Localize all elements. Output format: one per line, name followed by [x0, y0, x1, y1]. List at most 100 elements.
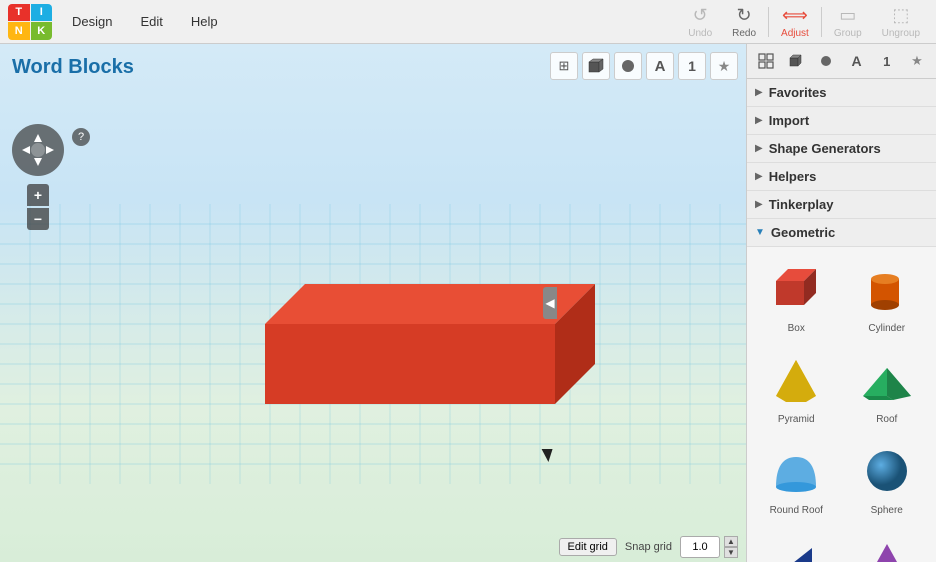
logo-t: T: [8, 4, 30, 22]
right-panel: A 1 ★ ▶ Favorites ▶ Import ▶ Shape Gener…: [746, 44, 936, 562]
shape-box-preview: [766, 259, 826, 319]
shape-roof[interactable]: Roof: [846, 346, 929, 429]
import-arrow: ▶: [755, 115, 763, 126]
section-shape-generators[interactable]: ▶ Shape Generators: [747, 135, 936, 163]
menu-design[interactable]: Design: [64, 10, 120, 33]
redo-button[interactable]: ↻ Redo: [724, 1, 764, 43]
redo-icon: ↻: [737, 5, 752, 26]
shape-roof-label: Roof: [876, 414, 897, 425]
view-grid-button[interactable]: ⊞: [550, 52, 578, 80]
section-geometric[interactable]: ▼ Geometric: [747, 219, 936, 247]
import-title: Import: [769, 113, 809, 128]
collapse-panel-button[interactable]: ◀: [543, 287, 557, 319]
shape-pyramid-label: Pyramid: [778, 414, 815, 425]
ungroup-button[interactable]: ⬚ Ungroup: [874, 1, 928, 43]
logo-k: K: [31, 22, 53, 40]
menubar: T I N K Design Edit Help ↺ Undo ↻ Redo ⟺…: [0, 0, 936, 44]
snap-up-button[interactable]: ▲: [724, 536, 738, 547]
snap-arrows: ▲ ▼: [724, 536, 738, 558]
panel-sphere-button[interactable]: [813, 48, 839, 74]
toolbar-divider-1: [768, 7, 769, 37]
shape-pyramid[interactable]: Pyramid: [755, 346, 838, 429]
section-favorites[interactable]: ▶ Favorites: [747, 79, 936, 107]
redo-label: Redo: [732, 28, 756, 39]
favorites-title: Favorites: [769, 85, 827, 100]
panel-toolbar: A 1 ★: [747, 44, 936, 79]
view-star-button[interactable]: ★: [710, 52, 738, 80]
menu-edit[interactable]: Edit: [132, 10, 170, 33]
logo[interactable]: T I N K: [8, 4, 52, 40]
shape-cylinder-preview: [857, 259, 917, 319]
menu-help[interactable]: Help: [183, 10, 226, 33]
orbit-control[interactable]: [12, 124, 64, 176]
view-cube-button[interactable]: [582, 52, 610, 80]
snap-value-input[interactable]: [680, 536, 720, 558]
view-text-button[interactable]: A: [646, 52, 674, 80]
orbit-arrows: [16, 128, 60, 172]
tinkerplay-title: Tinkerplay: [769, 197, 834, 212]
panel-grid-button[interactable]: [753, 48, 779, 74]
help-button[interactable]: ?: [72, 128, 90, 146]
zoom-out-button[interactable]: −: [27, 208, 49, 230]
project-title: Word Blocks: [12, 56, 134, 79]
adjust-button[interactable]: ⟺ Adjust: [773, 1, 817, 43]
group-button[interactable]: ▭ Group: [826, 1, 870, 43]
view-number-button[interactable]: 1: [678, 52, 706, 80]
shape-cylinder-label: Cylinder: [868, 323, 905, 334]
snap-grid-label: Snap grid: [625, 541, 672, 553]
shape-cone-preview: [857, 532, 917, 562]
section-import[interactable]: ▶ Import: [747, 107, 936, 135]
toolbar-divider-2: [821, 7, 822, 37]
shape-wedge-preview: [766, 532, 826, 562]
undo-button[interactable]: ↺ Undo: [680, 1, 720, 43]
undo-icon: ↺: [693, 5, 708, 26]
shape-cylinder[interactable]: Cylinder: [846, 255, 929, 338]
toolbar-group: ↺ Undo ↻ Redo ⟺ Adjust ▭ Group ⬚ Ungroup: [680, 1, 928, 43]
section-tinkerplay[interactable]: ▶ Tinkerplay: [747, 191, 936, 219]
shape-round-roof-preview: [766, 441, 826, 501]
nav-controls: + −: [12, 124, 64, 230]
panel-number-button[interactable]: 1: [874, 48, 900, 74]
view-controls: ⊞ A 1 ★: [550, 52, 738, 80]
shapes-grid: Box Cylinder: [755, 255, 928, 562]
undo-label: Undo: [688, 28, 712, 39]
geometric-content: Box Cylinder: [747, 247, 936, 562]
snap-down-button[interactable]: ▼: [724, 547, 738, 558]
shape-gen-title: Shape Generators: [769, 141, 881, 156]
shape-cone[interactable]: Cone: [846, 528, 929, 562]
panel-star-button[interactable]: ★: [904, 48, 930, 74]
main: Word Blocks ? +: [0, 44, 936, 562]
shape-box[interactable]: Box: [755, 255, 838, 338]
helpers-title: Helpers: [769, 169, 817, 184]
ungroup-label: Ungroup: [882, 28, 920, 39]
snap-control: ▲ ▼: [680, 536, 738, 558]
favorites-arrow: ▶: [755, 87, 763, 98]
shape-pyramid-preview: [766, 350, 826, 410]
tinkerplay-arrow: ▶: [755, 199, 763, 210]
panel-cube-button[interactable]: [783, 48, 809, 74]
shape-gen-arrow: ▶: [755, 143, 763, 154]
zoom-controls: + −: [27, 184, 49, 230]
panel-text-button[interactable]: A: [844, 48, 870, 74]
logo-i: I: [31, 4, 53, 22]
edit-grid-button[interactable]: Edit grid: [559, 538, 617, 556]
shape-roof-preview: [857, 350, 917, 410]
shape-sphere[interactable]: Sphere: [846, 437, 929, 520]
shape-round-roof[interactable]: Round Roof: [755, 437, 838, 520]
shape-round-roof-label: Round Roof: [770, 505, 823, 516]
group-label: Group: [834, 28, 862, 39]
adjust-icon: ⟺: [782, 5, 808, 26]
shape-wedge[interactable]: Wedge: [755, 528, 838, 562]
zoom-in-button[interactable]: +: [27, 184, 49, 206]
view-sphere-button[interactable]: [614, 52, 642, 80]
helpers-arrow: ▶: [755, 171, 763, 182]
geometric-arrow: ▼: [755, 227, 765, 238]
section-helpers[interactable]: ▶ Helpers: [747, 163, 936, 191]
shape-sphere-preview: [857, 441, 917, 501]
geometric-title: Geometric: [771, 225, 835, 240]
shape-sphere-label: Sphere: [871, 505, 903, 516]
bottom-bar: Edit grid Snap grid ▲ ▼: [559, 536, 738, 558]
viewport[interactable]: Word Blocks ? +: [0, 44, 746, 562]
group-icon: ▭: [839, 5, 856, 26]
logo-n: N: [8, 22, 30, 40]
